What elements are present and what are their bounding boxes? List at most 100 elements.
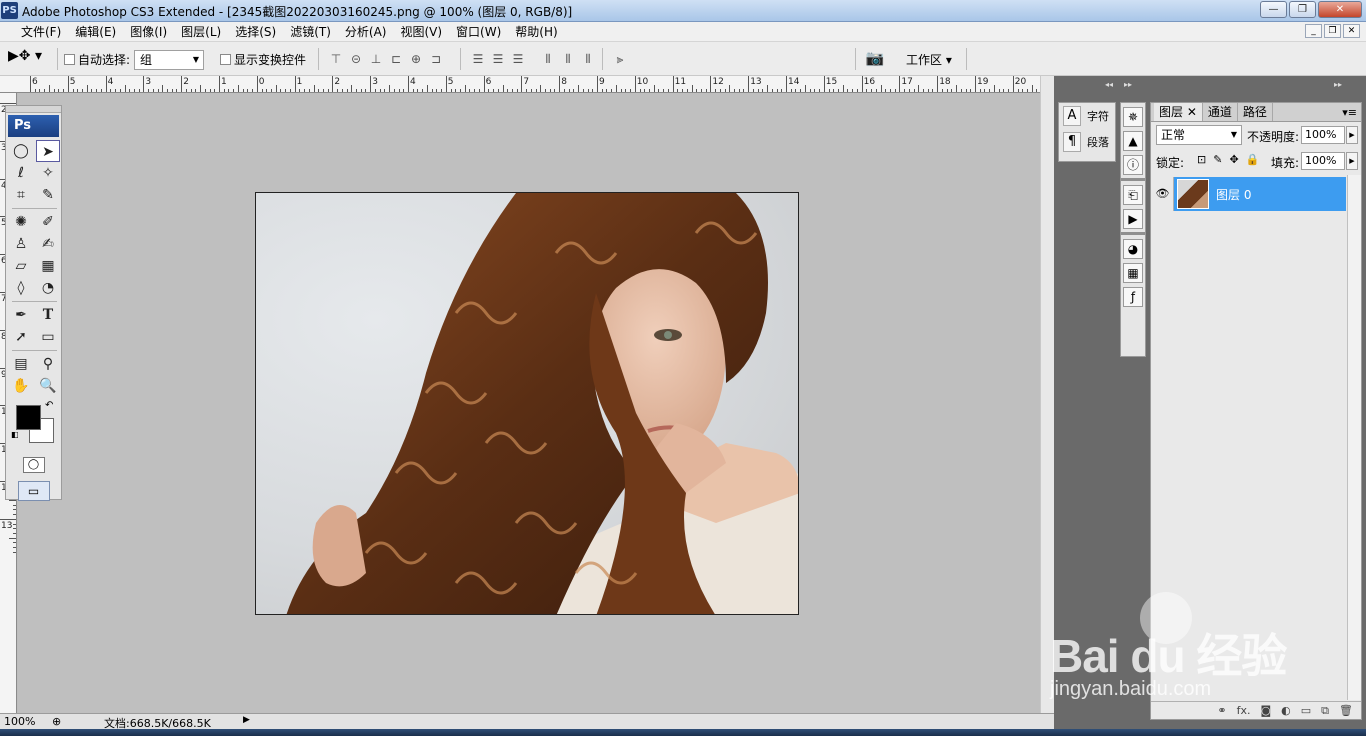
- lock-transparent-icon[interactable]: ⊡: [1197, 153, 1206, 166]
- styles-icon[interactable]: ƒ: [1123, 287, 1143, 307]
- menu-filter[interactable]: 滤镜(T): [283, 23, 338, 40]
- distribute-bottom-icon[interactable]: ☰: [510, 51, 526, 67]
- new-group-icon[interactable]: ▭: [1301, 704, 1311, 717]
- auto-select-option[interactable]: 自动选择:: [64, 51, 130, 68]
- zoom-level[interactable]: 100%: [4, 715, 35, 728]
- doc-restore-button[interactable]: ❐: [1324, 24, 1341, 38]
- brush-tool-icon[interactable]: ✐: [36, 211, 60, 233]
- eraser-tool-icon[interactable]: ▱: [9, 255, 33, 277]
- opacity-slider-button[interactable]: ▶: [1346, 126, 1358, 144]
- pen-tool-icon[interactable]: ✒: [9, 304, 33, 326]
- align-right-icon[interactable]: ⊐: [428, 51, 444, 67]
- layer-thumbnail[interactable]: [1177, 179, 1209, 209]
- color-icon[interactable]: ◕: [1123, 239, 1143, 259]
- crop-tool-icon[interactable]: ⌗: [9, 184, 33, 206]
- info-icon[interactable]: ⓘ: [1123, 155, 1143, 175]
- layer-row[interactable]: 👁 图层 0: [1152, 177, 1346, 211]
- hand-tool-icon[interactable]: ✋: [9, 375, 33, 397]
- visibility-eye-icon[interactable]: 👁: [1152, 177, 1174, 211]
- slice-tool-icon[interactable]: ✎: [36, 184, 60, 206]
- elliptical-marquee-tool-icon[interactable]: ◯: [9, 140, 33, 162]
- blur-tool-icon[interactable]: ◊: [9, 277, 33, 299]
- auto-select-dropdown[interactable]: 组 ▼: [134, 50, 204, 70]
- tab-channels[interactable]: 通道: [1203, 103, 1238, 121]
- doc-close-button[interactable]: ✕: [1343, 24, 1360, 38]
- distribute-top-icon[interactable]: ☰: [470, 51, 486, 67]
- history-brush-tool-icon[interactable]: ✍: [36, 233, 60, 255]
- menu-select[interactable]: 选择(S): [228, 23, 283, 40]
- clone-stamp-tool-icon[interactable]: ♙: [9, 233, 33, 255]
- menu-file[interactable]: 文件(F): [14, 23, 68, 40]
- magic-wand-tool-icon[interactable]: ✧: [36, 162, 60, 184]
- distribute-left-icon[interactable]: ⫴: [540, 51, 556, 67]
- tab-paths[interactable]: 路径: [1238, 103, 1273, 121]
- auto-align-layers-icon[interactable]: ⫸: [612, 51, 628, 67]
- menu-edit[interactable]: 编辑(E): [68, 23, 123, 40]
- histogram-icon[interactable]: ▲: [1123, 131, 1143, 151]
- panel-menu-icon[interactable]: ▾≡: [1342, 103, 1361, 121]
- actions-icon[interactable]: ▶: [1123, 209, 1143, 229]
- align-left-icon[interactable]: ⊏: [388, 51, 404, 67]
- eyedropper-tool-icon[interactable]: ⚲: [36, 353, 60, 375]
- zoom-tool-icon[interactable]: 🔍: [36, 375, 60, 397]
- swatches-icon[interactable]: ▦: [1123, 263, 1143, 283]
- screen-mode-button[interactable]: ▭: [17, 481, 50, 501]
- menu-analysis[interactable]: 分析(A): [338, 23, 394, 40]
- type-tool-icon[interactable]: T: [36, 304, 60, 326]
- fill-input[interactable]: 100%: [1301, 152, 1345, 170]
- align-vcenter-icon[interactable]: ⊝: [348, 51, 364, 67]
- layer-name[interactable]: 图层 0: [1216, 186, 1251, 203]
- tab-layers[interactable]: 图层 ✕: [1154, 103, 1203, 121]
- adjustment-layer-icon[interactable]: ◐: [1281, 704, 1291, 717]
- menu-layer[interactable]: 图层(L): [174, 23, 228, 40]
- show-transform-checkbox[interactable]: [220, 54, 231, 65]
- dodge-tool-icon[interactable]: ◔: [36, 277, 60, 299]
- collapse-arrows-icon[interactable]: ▸▸: [1124, 80, 1132, 92]
- palette-grip[interactable]: [6, 106, 61, 113]
- distribute-vcenter-icon[interactable]: ☰: [490, 51, 506, 67]
- history-icon[interactable]: ⎗: [1123, 185, 1143, 205]
- workspace-menu[interactable]: 工作区 ▾: [906, 51, 952, 68]
- lock-image-icon[interactable]: ✎: [1213, 153, 1222, 166]
- lasso-tool-icon[interactable]: ℓ: [9, 162, 33, 184]
- notes-tool-icon[interactable]: ▤: [9, 353, 33, 375]
- doc-minimize-button[interactable]: _: [1305, 24, 1322, 38]
- photoshop-logo[interactable]: Ps: [8, 115, 59, 137]
- distribute-right-icon[interactable]: ⫴: [580, 51, 596, 67]
- swap-colors-icon[interactable]: ↶: [45, 400, 53, 411]
- status-arrow-icon[interactable]: ▶: [243, 715, 250, 725]
- menu-image[interactable]: 图像(I): [123, 23, 174, 40]
- align-bottom-icon[interactable]: ⊥: [368, 51, 384, 67]
- quick-mask-button[interactable]: ◯: [22, 457, 45, 473]
- navigator-icon[interactable]: ✵: [1123, 107, 1143, 127]
- show-transform-option[interactable]: 显示变换控件: [220, 51, 306, 68]
- status-menu-icon[interactable]: ⊕: [52, 715, 61, 728]
- layer-mask-icon[interactable]: ◙: [1260, 704, 1271, 717]
- foreground-color-swatch[interactable]: [16, 405, 41, 430]
- new-layer-icon[interactable]: ⧉: [1321, 704, 1329, 718]
- lock-all-icon[interactable]: 🔒: [1246, 153, 1260, 166]
- move-tool-icon[interactable]: ➤: [36, 140, 60, 162]
- character-panel-button[interactable]: A 字符: [1059, 103, 1115, 129]
- default-colors-icon[interactable]: ◧: [11, 430, 19, 439]
- layers-scrollbar[interactable]: [1347, 175, 1361, 700]
- collapse-arrows-icon[interactable]: ▸▸: [1334, 80, 1342, 92]
- distribute-hcenter-icon[interactable]: ⫴: [560, 51, 576, 67]
- paragraph-panel-button[interactable]: ¶ 段落: [1059, 129, 1115, 155]
- maximize-button[interactable]: ❐: [1289, 1, 1316, 18]
- bridge-icon[interactable]: 📷: [862, 49, 888, 69]
- opacity-input[interactable]: 100%: [1301, 126, 1345, 144]
- layer-style-icon[interactable]: fx.: [1237, 704, 1251, 717]
- document-vertical-scrollbar[interactable]: [1040, 76, 1054, 713]
- healing-brush-tool-icon[interactable]: ✺: [9, 211, 33, 233]
- menu-window[interactable]: 窗口(W): [449, 23, 508, 40]
- collapse-arrows-icon[interactable]: ◂◂: [1105, 80, 1113, 92]
- link-layers-icon[interactable]: ⚭: [1217, 704, 1226, 717]
- align-hcenter-icon[interactable]: ⊕: [408, 51, 424, 67]
- minimize-button[interactable]: —: [1260, 1, 1287, 18]
- lock-position-icon[interactable]: ✥: [1229, 153, 1238, 166]
- close-button[interactable]: ✕: [1318, 1, 1362, 18]
- document-image[interactable]: [255, 192, 799, 615]
- fill-slider-button[interactable]: ▶: [1346, 152, 1358, 170]
- rectangle-tool-icon[interactable]: ▭: [36, 326, 60, 348]
